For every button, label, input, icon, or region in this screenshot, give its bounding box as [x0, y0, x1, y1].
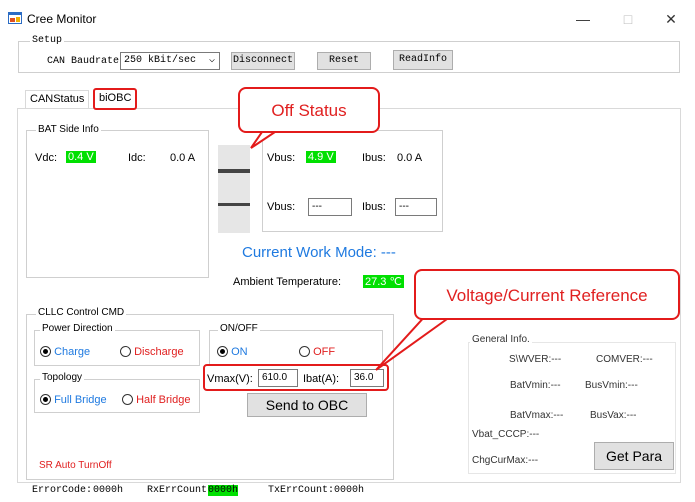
ibat-input[interactable]: 36.0: [350, 369, 384, 387]
setup-legend: Setup: [30, 35, 65, 46]
chgcurmax-value: ChgCurMax:---: [472, 455, 539, 466]
title-bar: Cree Monitor — □ ✕: [0, 0, 695, 36]
comver-value: COMVER:---: [596, 354, 653, 365]
radio-empty-icon: [120, 346, 131, 357]
off-radio[interactable]: OFF: [299, 346, 335, 358]
off-label: OFF: [313, 346, 336, 358]
status-bar: ErrorCode: 0000h RxErrCount: 0000h TxErr…: [0, 480, 695, 502]
busvax-value: BusVax:---: [590, 410, 637, 421]
half-bridge-label: Half Bridge: [136, 394, 191, 406]
error-code-label: ErrorCode:: [32, 485, 93, 496]
full-bridge-radio[interactable]: Full Bridge: [40, 394, 107, 406]
topology-legend: Topology: [40, 372, 85, 383]
window-title: Cree Monitor: [27, 12, 97, 26]
charge-label: Charge: [54, 346, 91, 358]
maximize-button[interactable]: □: [606, 6, 650, 32]
full-bridge-label: Full Bridge: [54, 394, 107, 406]
reset-button[interactable]: Reset: [317, 52, 371, 70]
get-para-button[interactable]: Get Para: [594, 442, 674, 470]
baudrate-value: 250 kBit/sec: [124, 55, 197, 66]
ibus-value: 0.0 A: [397, 152, 423, 164]
ibus-label: Ibus:: [362, 152, 386, 164]
idc-value: 0.0 A: [170, 152, 196, 164]
radio-empty-icon: [122, 394, 133, 405]
close-button[interactable]: ✕: [649, 6, 693, 32]
busvmin-value: BusVmin:---: [585, 380, 638, 391]
on-label: ON: [231, 346, 248, 358]
tab-canstatus[interactable]: CANStatus: [25, 90, 90, 109]
vdc-label: Vdc:: [35, 152, 58, 164]
off-status-callout: Off Status: [238, 87, 380, 133]
bat-legend: BAT Side Info: [36, 124, 101, 135]
bus-info-group: [262, 130, 443, 232]
voltage-current-callout: Voltage/Current Reference: [414, 269, 680, 320]
rx-err-label: RxErrCount:: [147, 485, 214, 496]
disconnect-button[interactable]: Disconnect: [231, 52, 295, 70]
baudrate-select[interactable]: 250 kBit/sec ⌵: [120, 52, 220, 70]
charge-radio[interactable]: Charge: [40, 346, 90, 358]
vbat-cccp-value: Vbat_CCCP:---: [472, 429, 540, 440]
idc-label: Idc:: [128, 152, 146, 164]
vbus-input[interactable]: ---: [308, 198, 352, 216]
send-to-obc-button[interactable]: Send to OBC: [247, 393, 367, 417]
readinfo-button[interactable]: ReadInfo: [393, 50, 453, 70]
vbus-label: Vbus:: [267, 152, 296, 164]
baud-label: CAN Baudrate: [47, 56, 120, 67]
radio-selected-icon: [40, 394, 51, 405]
radio-empty-icon: [299, 346, 310, 357]
app-window-icon: [8, 12, 22, 24]
vmax-input[interactable]: 610.0: [258, 369, 298, 387]
tx-err-label: TxErrCount:: [268, 485, 335, 496]
batvmin-value: BatVmin:---: [510, 380, 561, 391]
ibus2-label: Ibus:: [362, 201, 386, 213]
sr-auto-turnoff: SR Auto TurnOff: [39, 460, 112, 471]
half-bridge-radio[interactable]: Half Bridge: [122, 394, 190, 406]
power-direction-legend: Power Direction: [40, 323, 115, 334]
tx-err-value: 0000h: [334, 485, 365, 496]
vmax-label: Vmax(V):: [207, 373, 253, 385]
ibat-label: Ibat(A):: [303, 373, 340, 385]
vbus-value: 4.9 V: [306, 151, 336, 163]
minimize-button[interactable]: —: [561, 6, 605, 32]
ambient-label: Ambient Temperature:: [233, 276, 342, 288]
ambient-value: 27.3 ℃: [363, 275, 404, 288]
radio-selected-icon: [40, 346, 51, 357]
ibus-input[interactable]: ---: [395, 198, 437, 216]
switch-line-top: [218, 169, 250, 173]
on-radio[interactable]: ON: [217, 346, 248, 358]
switch-line-bottom: [218, 203, 250, 206]
general-legend: General Info.: [470, 334, 532, 345]
switch-graphic: [218, 145, 250, 233]
rx-err-value: 0000h: [208, 485, 239, 496]
discharge-label: Discharge: [134, 346, 184, 358]
error-code-value: 0000h: [93, 485, 124, 496]
swver-value: S\WVER:---: [509, 354, 562, 365]
work-mode-text: Current Work Mode: ---: [242, 244, 396, 261]
onoff-legend: ON/OFF: [218, 323, 260, 334]
discharge-radio[interactable]: Discharge: [120, 346, 184, 358]
vdc-value: 0.4 V: [66, 151, 96, 163]
batvmax-value: BatVmax:---: [510, 410, 564, 421]
radio-selected-icon: [217, 346, 228, 357]
tab-biobc[interactable]: biOBC: [93, 88, 138, 110]
cllc-legend: CLLC Control CMD: [36, 307, 127, 318]
chevron-down-icon: ⌵: [208, 55, 215, 66]
vbus2-label: Vbus:: [267, 201, 296, 213]
